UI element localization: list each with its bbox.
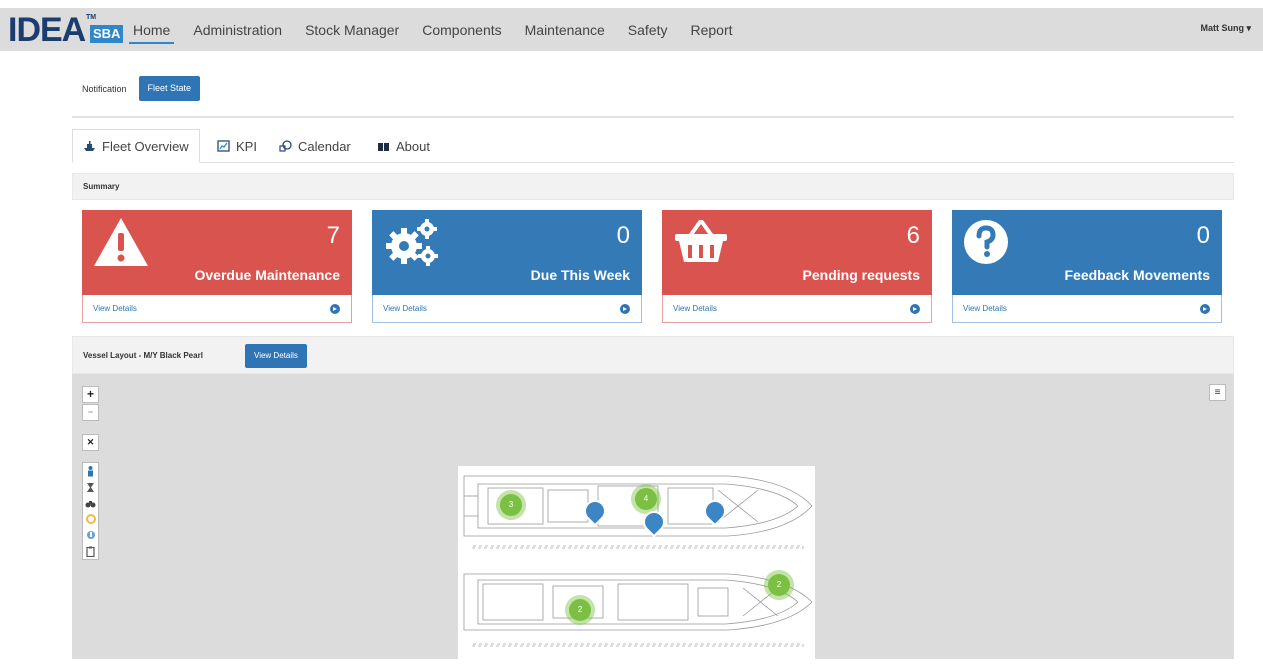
card-footer[interactable]: View Details [82, 295, 352, 323]
view-details-link[interactable]: View Details [673, 304, 717, 313]
card-footer[interactable]: View Details [952, 295, 1222, 323]
top-navbar: IDEA TM SBA Home Administration Stock Ma… [0, 8, 1263, 51]
card-due-this-week: 0 Due This Week View Details [372, 210, 642, 323]
tab-fleet-overview[interactable]: Fleet Overview [72, 129, 200, 163]
card-count: 0 [616, 222, 630, 249]
vessel-map[interactable]: + − ✕ ≡ 3 4 2 2 [72, 374, 1234, 659]
zoom-in-button[interactable]: + [82, 386, 99, 403]
chart-icon [217, 140, 230, 152]
tab-label: KPI [236, 138, 257, 154]
tab-kpi[interactable]: KPI [217, 129, 257, 163]
fullscreen-button[interactable]: ✕ [82, 434, 99, 451]
nav-administration[interactable]: Administration [193, 22, 282, 38]
map-cluster-marker[interactable]: 2 [768, 574, 790, 596]
nav-stock-manager[interactable]: Stock Manager [305, 22, 399, 38]
brand-name: IDEA [8, 11, 86, 49]
extinguisher-icon[interactable] [83, 527, 98, 543]
fleet-state-button[interactable]: Fleet State [138, 76, 201, 101]
card-label: Feedback Movements [1064, 267, 1211, 283]
caret-down-icon: ▾ [1243, 23, 1251, 33]
map-toolbar [82, 462, 99, 560]
hourglass-icon[interactable] [83, 479, 98, 495]
arrow-circle-right-icon [910, 304, 920, 314]
nav-report[interactable]: Report [691, 22, 733, 38]
summary-title: Summary [83, 182, 120, 191]
card-body: 6 Pending requests [662, 210, 932, 295]
nav-home[interactable]: Home [128, 22, 175, 44]
card-label: Overdue Maintenance [194, 267, 341, 283]
card-body: 7 Overdue Maintenance [82, 210, 352, 295]
warning-icon [94, 218, 148, 266]
arrow-circle-right-icon [330, 304, 340, 314]
lifebuoy-icon[interactable] [83, 511, 98, 527]
map-cluster-marker[interactable]: 3 [500, 494, 522, 516]
card-count: 7 [326, 222, 340, 249]
tab-label: Calendar [298, 138, 351, 154]
gears-icon [386, 219, 438, 266]
card-label: Due This Week [530, 267, 630, 283]
layer-menu-button[interactable]: ≡ [1209, 384, 1226, 401]
book-icon [378, 143, 389, 151]
vessel-layout-title: Vessel Layout - M/Y Black Pearl [83, 351, 203, 360]
card-pending-requests: 6 Pending requests View Details [662, 210, 932, 323]
card-label: Pending requests [802, 267, 920, 283]
zoom-out-button[interactable]: − [82, 404, 99, 421]
card-count: 0 [1196, 222, 1210, 249]
notification-link[interactable]: Notification [82, 84, 127, 94]
card-footer[interactable]: View Details [372, 295, 642, 323]
sub-nav: Notification Fleet State [82, 76, 201, 101]
card-footer[interactable]: View Details [662, 295, 932, 323]
view-details-link[interactable]: View Details [93, 304, 137, 313]
ship-icon [84, 141, 95, 151]
brand-badge: SBA [90, 25, 124, 43]
nav-maintenance[interactable]: Maintenance [525, 22, 605, 38]
question-icon [964, 220, 1008, 264]
map-cluster-marker[interactable]: 4 [635, 488, 657, 510]
nav-components[interactable]: Components [422, 22, 501, 38]
map-cluster-marker[interactable]: 2 [569, 599, 591, 621]
tab-label: About [396, 138, 430, 154]
card-count: 6 [906, 222, 920, 249]
view-details-link[interactable]: View Details [963, 304, 1007, 313]
arrow-circle-right-icon [620, 304, 630, 314]
person-icon[interactable] [83, 463, 98, 479]
vessel-layout-header: Vessel Layout - M/Y Black Pearl View Det… [72, 336, 1234, 374]
tab-bar: Fleet Overview KPI Calendar About [72, 129, 1234, 163]
basket-icon [675, 220, 727, 262]
tab-calendar[interactable]: Calendar [279, 129, 351, 163]
vessel-view-details-button[interactable]: View Details [245, 344, 307, 368]
user-name: Matt Sung [1200, 23, 1244, 33]
card-body: 0 Due This Week [372, 210, 642, 295]
card-feedback-movements: 0 Feedback Movements View Details [952, 210, 1222, 323]
clipboard-icon[interactable] [83, 543, 98, 559]
brand-trademark: TM [86, 14, 97, 21]
nav-safety[interactable]: Safety [628, 22, 668, 38]
calendar-icon [279, 140, 292, 152]
main-nav: Home Administration Stock Manager Compon… [128, 8, 756, 51]
tab-about[interactable]: About [377, 129, 430, 163]
card-overdue-maintenance: 7 Overdue Maintenance View Details [82, 210, 352, 323]
deck-plan: 3 4 2 2 [458, 466, 815, 659]
binoculars-icon[interactable] [83, 495, 98, 511]
arrow-circle-right-icon [1200, 304, 1210, 314]
card-body: 0 Feedback Movements [952, 210, 1222, 295]
user-menu[interactable]: Matt Sung ▾ [1200, 23, 1251, 34]
tab-label: Fleet Overview [102, 138, 189, 154]
view-details-link[interactable]: View Details [383, 304, 427, 313]
divider [72, 116, 1234, 118]
summary-header: Summary [72, 173, 1234, 200]
